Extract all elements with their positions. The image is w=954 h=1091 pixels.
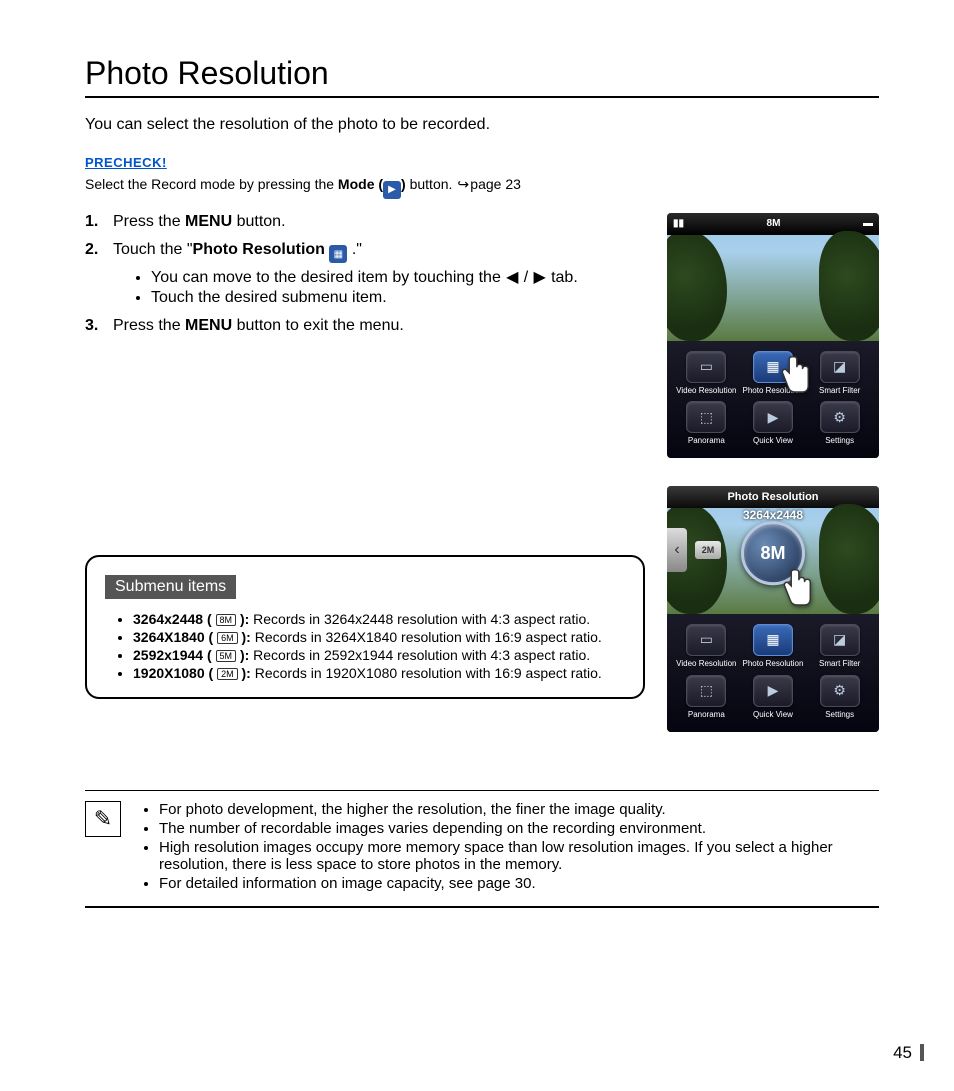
video-resolution-icon: ▭ (686, 351, 726, 383)
chip-right[interactable]: 6M (825, 541, 851, 559)
note-icon: ✎ (85, 801, 121, 837)
resolution-header: Photo Resolution (667, 486, 879, 508)
note-item: The number of recordable images varies d… (159, 820, 879, 837)
menu-quick-view[interactable]: ▶Quick View (742, 675, 805, 720)
chevron-right-icon[interactable]: › (859, 528, 879, 572)
panorama-icon: ⬚ (686, 401, 726, 433)
chip-left[interactable]: 2M (695, 541, 721, 559)
smart-filter-icon: ◪ (820, 351, 860, 383)
precheck-label: PRECHECK! (85, 155, 167, 170)
submenu-item: 3264x2448 ( 8M ): Records in 3264x2448 r… (133, 611, 625, 627)
status-bar: ▮▮ 8M ▬ (667, 213, 879, 235)
steps-list: 1. Press the MENU button. 2. Touch the "… (85, 213, 647, 760)
battery-icon: ▬ (863, 218, 873, 229)
note-item: For photo development, the higher the re… (159, 801, 879, 818)
menu-photo-resolution[interactable]: ▦Photo Resolution (742, 624, 805, 669)
precheck-text: Select the Record mode by pressing the M… (85, 176, 879, 199)
menu-settings[interactable]: ⚙Settings (808, 401, 871, 446)
step-2: 2. Touch the "Photo Resolution ▦ ." You … (85, 241, 647, 308)
step-3: 3. Press the MENU button to exit the men… (85, 317, 647, 335)
mp-icon: 2M (217, 668, 238, 680)
panorama-icon: ⬚ (686, 675, 726, 707)
page-title: Photo Resolution (85, 55, 879, 98)
photo-resolution-icon: ▦ (329, 245, 347, 263)
menu-panorama[interactable]: ⬚Panorama (675, 675, 738, 720)
quick-view-icon: ▶ (753, 401, 793, 433)
menu-smart-filter[interactable]: ◪Smart Filter (808, 624, 871, 669)
menu-video-resolution[interactable]: ▭Video Resolution (675, 624, 738, 669)
submenu-item: 2592x1944 ( 5M ): Records in 2592x1944 r… (133, 647, 625, 663)
menu-panorama[interactable]: ⬚Panorama (675, 401, 738, 446)
menu-quick-view[interactable]: ▶Quick View (742, 401, 805, 446)
menu-photo-resolution[interactable]: ▦Photo Resolution (742, 351, 805, 396)
step-2-sub1: You can move to the desired item by touc… (151, 267, 647, 287)
video-resolution-icon: ▭ (686, 624, 726, 656)
submenu-item: 3264X1840 ( 6M ): Records in 3264X1840 r… (133, 629, 625, 645)
menu-smart-filter[interactable]: ◪Smart Filter (808, 351, 871, 396)
device-screenshot-2: Photo Resolution 3264x2448 ‹ › 2M 6M 8M … (667, 486, 879, 732)
settings-icon: ⚙ (820, 401, 860, 433)
mp-icon: 8M (216, 614, 237, 626)
chevron-left-icon[interactable]: ‹ (667, 528, 687, 572)
menu-video-resolution[interactable]: ▭Video Resolution (675, 351, 738, 396)
photo-resolution-icon: ▦ (753, 351, 793, 383)
step-1: 1. Press the MENU button. (85, 213, 647, 231)
menu-settings[interactable]: ⚙Settings (808, 675, 871, 720)
note-item: High resolution images occupy more memor… (159, 839, 879, 873)
right-arrow-icon: ▶ (533, 267, 547, 287)
precheck-section: PRECHECK! Select the Record mode by pres… (85, 154, 879, 199)
signal-icon: ▮▮ (673, 218, 684, 229)
mode-play-icon: ▶ (383, 181, 401, 199)
mp-icon: 5M (216, 650, 237, 662)
status-mp: 8M (767, 218, 781, 229)
device-screenshot-1: ▮▮ 8M ▬ ▭Video Resolution ▦Photo Resolut… (667, 213, 879, 459)
resolution-value: 3264x2448 (667, 508, 879, 522)
page-number: 45 (893, 1044, 924, 1061)
page-ref-arrow-icon: ↪ (456, 176, 470, 193)
step-2-sub2: Touch the desired submenu item. (151, 289, 647, 307)
submenu-item: 1920X1080 ( 2M ): Records in 1920X1080 r… (133, 665, 625, 681)
settings-icon: ⚙ (820, 675, 860, 707)
left-arrow-icon: ◀ (505, 267, 519, 287)
smart-filter-icon: ◪ (820, 624, 860, 656)
note-item: For detailed information on image capaci… (159, 875, 879, 892)
submenu-title: Submenu items (105, 575, 236, 599)
submenu-items-box: Submenu items 3264x2448 ( 8M ): Records … (85, 555, 645, 699)
intro-text: You can select the resolution of the pho… (85, 116, 879, 134)
notes-section: ✎ For photo development, the higher the … (85, 790, 879, 908)
photo-resolution-icon: ▦ (753, 624, 793, 656)
resolution-dial[interactable]: 8M (741, 521, 805, 585)
mp-icon: 6M (217, 632, 238, 644)
quick-view-icon: ▶ (753, 675, 793, 707)
